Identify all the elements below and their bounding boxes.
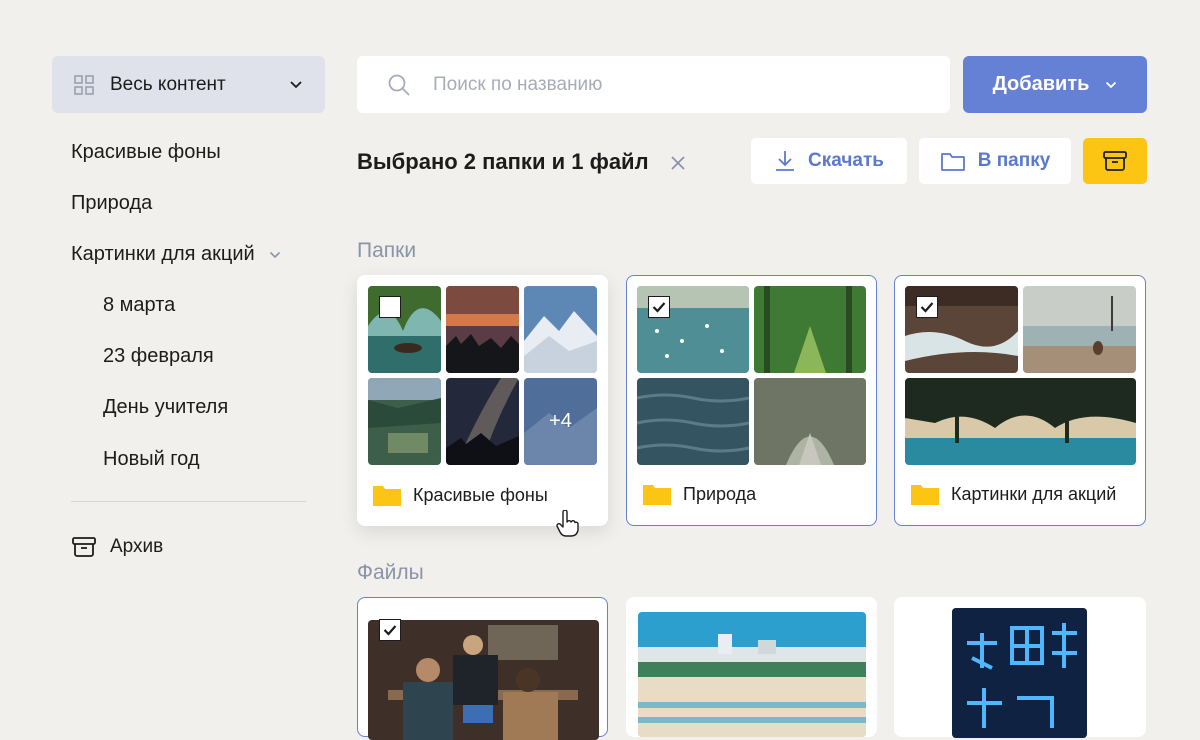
archive-box-icon (72, 537, 96, 557)
archive-box-icon (1103, 151, 1127, 171)
sidebar-item-priroda[interactable]: Природа (71, 192, 152, 215)
checkmark-icon (920, 302, 934, 313)
thumbnail-sea-waves (637, 378, 749, 465)
archive-label: Архив (110, 536, 164, 557)
select-checkbox[interactable] (379, 619, 401, 641)
thumbnail-more: +4 (524, 378, 597, 465)
thumbnail-neon-sign (952, 608, 1087, 738)
file-card[interactable] (626, 597, 877, 737)
sidebar-item-kartinki-dlya-akciy[interactable]: Картинки для акций (71, 243, 281, 266)
sidebar-subitem-den-uchitelya[interactable]: День учителя (103, 396, 228, 419)
folder-icon (643, 485, 671, 505)
folder-card[interactable]: +4 Красивые фоны (357, 275, 608, 526)
thumbnail-beach-person (1023, 286, 1136, 373)
folder-card[interactable]: Картинки для акций (894, 275, 1146, 526)
thumbnail-tree-tunnel (754, 378, 866, 465)
thumbnail-palm-beach (905, 378, 1136, 465)
select-checkbox[interactable] (648, 296, 670, 318)
search-input[interactable] (431, 72, 915, 97)
close-icon[interactable] (668, 153, 688, 173)
select-checkbox[interactable] (379, 296, 401, 318)
folders-heading: Папки (357, 239, 417, 262)
folder-name: Природа (683, 483, 757, 504)
thumbnail-milky-way (446, 378, 519, 465)
sidebar-subitem-novyy-god[interactable]: Новый год (103, 448, 200, 471)
download-label: Скачать (808, 150, 884, 171)
thumbnail-city-beach (638, 612, 866, 737)
download-icon (776, 151, 795, 171)
content-filter-label: Весь контент (110, 73, 226, 95)
chevron-down-icon (1106, 81, 1117, 88)
thumbnail-valley-village (368, 378, 441, 465)
thumbnail-office-meeting (368, 620, 599, 740)
add-button[interactable]: Добавить (963, 56, 1147, 113)
download-button[interactable]: Скачать (751, 138, 907, 184)
folder-label-row: Картинки для акций (911, 483, 1116, 505)
sidebar-divider (71, 501, 306, 502)
folder-label-row: Красивые фоны (373, 484, 548, 506)
folder-icon (911, 485, 939, 505)
folder-label-row: Природа (643, 483, 756, 505)
checkmark-icon (383, 625, 397, 636)
thumbnail-green-forest (754, 286, 866, 373)
search-icon (388, 74, 410, 96)
content-filter-dropdown[interactable]: Весь контент (52, 56, 325, 113)
thumbnail-sunset (446, 286, 519, 373)
archive-button[interactable] (1083, 138, 1147, 184)
folder-name: Картинки для акций (951, 483, 1117, 504)
files-heading: Файлы (357, 561, 424, 584)
thumbnail-snowy-mountains (524, 286, 597, 373)
move-to-folder-button[interactable]: В папку (919, 138, 1071, 184)
folder-outline-icon (940, 153, 965, 171)
hand-pointer-icon (556, 510, 579, 537)
sidebar-item-archive[interactable]: Архив (71, 535, 163, 559)
move-to-folder-label: В папку (977, 150, 1051, 171)
grid-icon (74, 74, 94, 95)
folder-name: Красивые фоны (413, 484, 548, 505)
sidebar-subitem-23-fevralya[interactable]: 23 февраля (103, 345, 214, 368)
file-card[interactable] (357, 597, 608, 740)
checkmark-icon (652, 302, 666, 313)
sidebar-item-label: Картинки для акций (71, 243, 255, 265)
sidebar-subitem-8-marta[interactable]: 8 марта (103, 294, 175, 317)
search-bar (357, 56, 950, 113)
more-count: +4 (524, 378, 597, 465)
folder-icon (373, 486, 401, 506)
sidebar-item-krasivye-fony[interactable]: Красивые фоны (71, 141, 221, 164)
add-button-label: Добавить (992, 73, 1090, 95)
chevron-down-icon[interactable] (269, 251, 281, 259)
file-card[interactable] (894, 597, 1146, 738)
folder-card[interactable]: Природа (626, 275, 877, 526)
chevron-down-icon (290, 80, 302, 88)
selection-summary: Выбрано 2 папки и 1 файл (357, 149, 649, 174)
select-checkbox[interactable] (916, 296, 938, 318)
